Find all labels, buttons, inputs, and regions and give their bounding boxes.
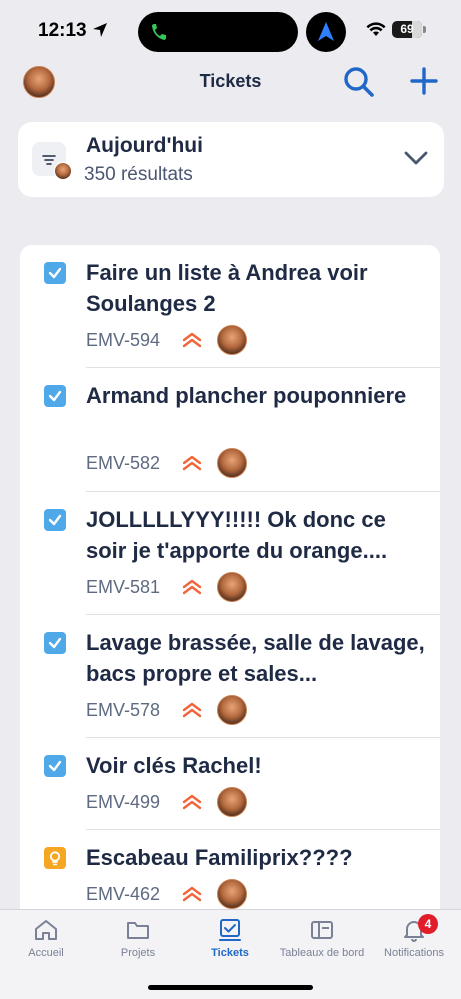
- assignee-avatar: [217, 695, 247, 725]
- app-header: Tickets: [0, 60, 461, 104]
- tab-tickets[interactable]: Tickets: [184, 918, 276, 974]
- ticket-summary: Voir clés Rachel!: [86, 753, 262, 778]
- filter-title: Aujourd'hui: [86, 134, 203, 157]
- status-time: 12:13: [38, 20, 87, 41]
- tab-label: Notifications: [384, 947, 444, 959]
- tab-label: Accueil: [28, 947, 64, 959]
- dashboard-icon: [311, 921, 333, 939]
- phone-call-icon: [152, 24, 166, 40]
- task-checkbox-icon: [44, 632, 66, 654]
- task-checkbox-icon: [44, 509, 66, 531]
- battery-indicator: 69: [392, 21, 422, 38]
- priority-high-icon: [182, 455, 202, 471]
- ticket-row[interactable]: Faire un liste à Andrea voir Soulanges 2…: [20, 245, 440, 368]
- ticket-key: EMV-582: [86, 453, 161, 473]
- ticket-key: EMV-499: [86, 792, 161, 812]
- page-title: Tickets: [199, 71, 262, 91]
- ticket-summary: Armand plancher pouponniere: [86, 383, 407, 408]
- priority-high-icon: [182, 794, 202, 810]
- ticket-key: EMV-462: [86, 884, 161, 904]
- assignee-avatar: [217, 879, 247, 909]
- task-checkbox-icon: [44, 385, 66, 407]
- ticket-row[interactable]: Armand plancher pouponniere EMV-582: [20, 368, 440, 492]
- ticket-key: EMV-581: [86, 577, 161, 597]
- navigation-arrow-icon: [318, 22, 334, 41]
- tab-notifications[interactable]: 4 Notifications: [368, 914, 460, 974]
- tab-label: Tickets: [211, 947, 249, 959]
- battery-level: 69: [400, 22, 414, 36]
- tab-accueil[interactable]: Accueil: [0, 918, 92, 974]
- assignee-avatar: [217, 325, 247, 355]
- priority-high-icon: [182, 332, 202, 348]
- ticket-row[interactable]: Lavage brassée, salle de lavage, bacs pr…: [20, 615, 440, 738]
- status-bar: 12:13 69: [0, 0, 461, 60]
- tab-tableaux-de-bord[interactable]: Tableaux de bord: [276, 918, 368, 974]
- lightbulb-icon: [44, 847, 66, 869]
- assignee-avatar: [217, 448, 247, 478]
- priority-high-icon: [182, 886, 202, 902]
- ticket-list: Faire un liste à Andrea voir Soulanges 2…: [20, 245, 440, 925]
- navigation-indicator[interactable]: [306, 12, 346, 52]
- ticket-row[interactable]: Voir clés Rachel! EMV-499: [20, 738, 440, 830]
- filter-result-count: 350 résultats: [84, 164, 193, 185]
- battery-cap: [423, 26, 426, 33]
- ticket-row[interactable]: JOLLLLLYYY!!!!! Ok donc ce soir je t'app…: [20, 492, 440, 615]
- search-button[interactable]: [342, 65, 376, 99]
- tickets-icon: [219, 919, 241, 941]
- add-ticket-button[interactable]: [408, 65, 440, 97]
- ticket-key: EMV-594: [86, 330, 161, 350]
- priority-high-icon: [182, 579, 202, 595]
- ticket-summary: JOLLLLLYYY!!!!! Ok donc ce soir je t'app…: [86, 507, 388, 563]
- filter-avatar: [54, 162, 72, 180]
- home-indicator[interactable]: [148, 985, 313, 990]
- filter-selector[interactable]: Aujourd'hui 350 résultats: [18, 122, 444, 197]
- tab-label: Projets: [120, 947, 156, 959]
- home-icon: [35, 920, 57, 940]
- assignee-avatar: [217, 787, 247, 817]
- assignee-avatar: [217, 572, 247, 602]
- wifi-icon: [366, 22, 386, 36]
- notification-badge: 4: [418, 914, 438, 934]
- dynamic-island[interactable]: [138, 12, 298, 52]
- chevron-down-icon[interactable]: [402, 148, 430, 168]
- tab-projets[interactable]: Projets: [92, 918, 184, 974]
- ticket-summary: Escabeau Familiprix????: [86, 845, 353, 870]
- location-arrow-icon: [93, 23, 107, 37]
- ticket-summary: Faire un liste à Andrea voir Soulanges 2: [86, 260, 368, 316]
- folder-icon: [127, 922, 149, 939]
- ticket-summary: Lavage brassée, salle de lavage, bacs pr…: [86, 630, 425, 686]
- task-checkbox-icon: [44, 755, 66, 777]
- ticket-key: EMV-578: [86, 700, 161, 720]
- tab-label: Tableaux de bord: [279, 947, 365, 959]
- task-checkbox-icon: [44, 262, 66, 284]
- priority-high-icon: [182, 702, 202, 718]
